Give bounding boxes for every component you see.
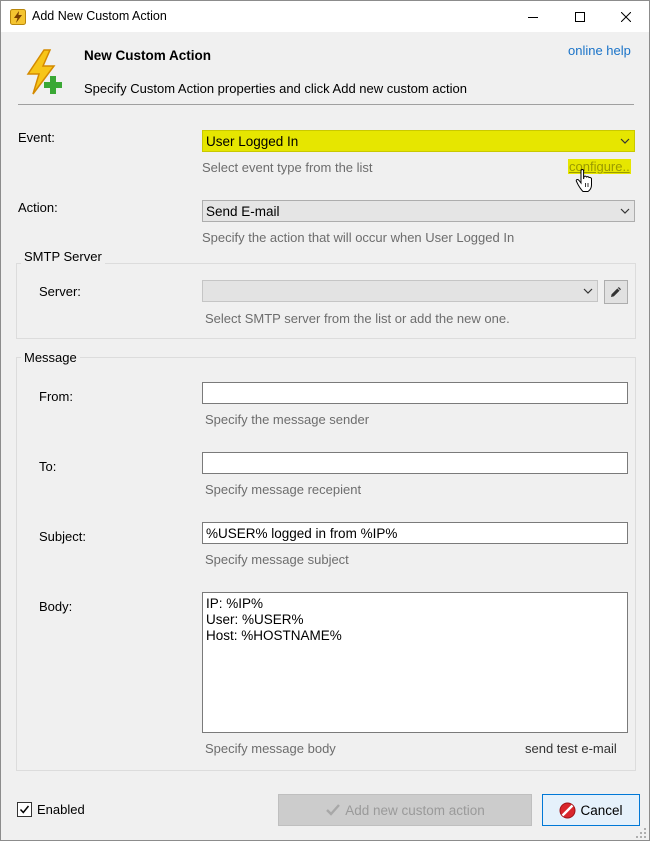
title-bar[interactable]: Add New Custom Action <box>1 1 649 32</box>
chevron-down-icon <box>579 281 597 301</box>
app-icon <box>10 9 26 25</box>
header-separator <box>18 104 634 105</box>
event-hint: Select event type from the list <box>202 160 373 175</box>
lightning-plus-icon <box>20 48 68 96</box>
to-hint: Specify message recepient <box>205 482 362 497</box>
online-help-link[interactable]: online help <box>568 43 631 58</box>
from-field[interactable] <box>202 382 628 404</box>
action-hint: Specify the action that will occur when … <box>202 230 515 245</box>
header-title: New Custom Action <box>84 48 212 63</box>
chevron-down-icon <box>616 201 634 221</box>
body-hint: Specify message body <box>205 741 336 756</box>
event-select[interactable]: User Logged In <box>202 130 635 152</box>
to-label: To: <box>39 459 57 474</box>
action-select[interactable]: Send E-mail <box>202 200 635 222</box>
edit-server-button[interactable] <box>604 280 628 304</box>
hand-cursor-icon <box>575 168 595 193</box>
cancel-button-label: Cancel <box>580 802 623 818</box>
minimize-button[interactable] <box>510 1 556 32</box>
subject-label: Subject: <box>39 529 86 544</box>
header-subtitle: Specify Custom Action properties and cli… <box>84 81 467 96</box>
body-label: Body: <box>39 599 73 614</box>
checkmark-icon <box>19 805 30 814</box>
chevron-down-icon <box>616 131 634 151</box>
pencil-icon <box>611 287 621 297</box>
minimize-icon <box>528 16 538 18</box>
server-select[interactable] <box>202 280 598 302</box>
maximize-button[interactable] <box>557 1 603 32</box>
add-button-label: Add new custom action <box>345 802 485 818</box>
event-select-value: User Logged In <box>206 133 299 149</box>
resize-grip-icon[interactable] <box>635 827 647 839</box>
subject-hint: Specify message subject <box>205 552 349 567</box>
enabled-label[interactable]: Enabled <box>37 802 85 817</box>
window-title: Add New Custom Action <box>32 9 167 23</box>
checkmark-icon <box>325 803 341 817</box>
smtp-group-title: SMTP Server <box>21 249 105 264</box>
from-hint: Specify the message sender <box>205 412 370 427</box>
close-icon <box>621 11 631 22</box>
body-field[interactable]: IP: %IP% User: %USER% Host: %HOSTNAME% <box>202 592 628 733</box>
message-group-title: Message <box>21 350 80 365</box>
to-field[interactable] <box>202 452 628 474</box>
dialog-window: Add New Custom Action New Custom Action … <box>0 0 650 841</box>
enabled-checkbox[interactable] <box>17 802 32 817</box>
event-label: Event: <box>18 130 55 145</box>
subject-field[interactable] <box>202 522 628 544</box>
add-custom-action-button[interactable]: Add new custom action <box>278 794 532 826</box>
server-hint: Select SMTP server from the list or add … <box>205 311 510 326</box>
from-label: From: <box>39 389 73 404</box>
action-label: Action: <box>18 200 58 215</box>
action-select-value: Send E-mail <box>206 203 280 219</box>
cancel-button[interactable]: Cancel <box>542 794 640 826</box>
maximize-icon <box>575 11 585 22</box>
server-label: Server: <box>39 284 81 299</box>
send-test-email-link[interactable]: send test e-mail <box>525 741 617 756</box>
no-entry-icon <box>559 802 576 819</box>
close-button[interactable] <box>603 1 649 32</box>
